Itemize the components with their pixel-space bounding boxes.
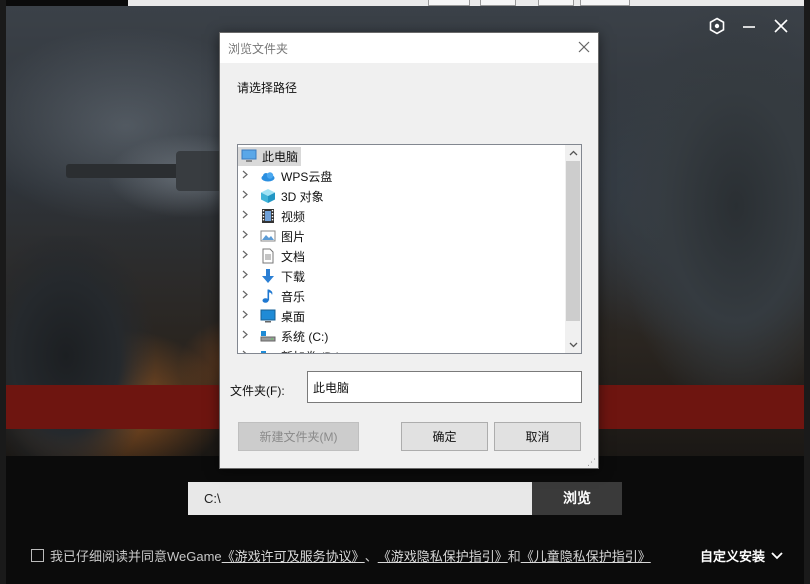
desktop-icon xyxy=(260,308,276,324)
scroll-up-icon[interactable] xyxy=(565,145,581,161)
tree-item-label: 3D 对象 xyxy=(281,189,324,204)
cancel-button[interactable]: 取消 xyxy=(494,422,581,451)
document-icon xyxy=(260,248,276,264)
tree-item[interactable]: 文档 xyxy=(238,246,565,266)
custom-install-label: 自定义安装 xyxy=(700,549,766,564)
close-icon[interactable] xyxy=(771,16,791,36)
computer-icon xyxy=(241,148,257,164)
soldier-right xyxy=(596,6,804,396)
tree-item-label: 桌面 xyxy=(281,309,306,324)
chevron-right-icon[interactable] xyxy=(242,270,252,282)
tree-item-label: 文档 xyxy=(281,249,306,264)
dialog-prompt: 请选择路径 xyxy=(237,81,298,95)
license-link[interactable]: 《游戏许可及服务协议》 xyxy=(222,546,365,565)
agree-and: 和 xyxy=(507,548,521,564)
folder-tree: 此电脑 WPS云盘 3D 对象视频图片文档下载音乐桌面系统 (C:) 新加卷 (D:… xyxy=(237,144,582,354)
tree-item[interactable]: WPS云盘 xyxy=(238,166,565,186)
settings-hex-icon[interactable] xyxy=(707,16,727,36)
chevron-right-icon[interactable] xyxy=(242,190,252,202)
dialog-close-icon[interactable] xyxy=(576,39,592,55)
chevron-down-icon xyxy=(771,551,783,559)
right-edge xyxy=(804,0,810,584)
cube-icon xyxy=(260,188,276,204)
custom-install-button[interactable]: 自定义安装 xyxy=(700,546,783,565)
tree-item-label: 下载 xyxy=(281,269,306,284)
chevron-right-icon[interactable] xyxy=(242,330,252,342)
tree-item-label: 系统 (C:) xyxy=(281,329,329,344)
tree-item[interactable]: 图片 xyxy=(238,226,565,246)
chevron-right-icon[interactable] xyxy=(242,230,252,242)
browse-folder-dialog: 浏览文件夹 请选择路径 此电脑 WPS云盘 3D 对象视频图片文档下载音乐桌面系统… xyxy=(219,32,599,469)
agree-checkbox[interactable] xyxy=(31,548,44,562)
tree-item[interactable]: 新加卷 (D:) xyxy=(238,346,565,354)
tree-item[interactable]: 3D 对象 xyxy=(238,186,565,206)
tree-item[interactable]: 系统 (C:) xyxy=(238,326,565,346)
tree-item-label: 视频 xyxy=(281,209,306,224)
folder-label: 文件夹(F): xyxy=(230,384,285,398)
chevron-right-icon[interactable] xyxy=(242,170,252,182)
tree-item[interactable]: 视频 xyxy=(238,206,565,226)
tree-item[interactable]: 下载 xyxy=(238,266,565,286)
tree-item-label: 此电脑 xyxy=(262,149,299,164)
drive-icon xyxy=(260,348,276,353)
folder-field[interactable] xyxy=(307,371,582,403)
chevron-right-icon[interactable] xyxy=(242,290,252,302)
install-path-input[interactable]: C:\ xyxy=(188,482,532,515)
ok-button[interactable]: 确定 xyxy=(401,422,488,451)
agree-separator: 、 xyxy=(364,548,378,564)
chevron-right-icon[interactable] xyxy=(242,350,252,353)
tree-item-label: 音乐 xyxy=(281,289,306,304)
tree-item-label: 新加卷 (D:) xyxy=(281,348,340,354)
scroll-down-icon[interactable] xyxy=(565,337,581,353)
tree-item-label: 图片 xyxy=(281,229,306,244)
picture-icon xyxy=(260,228,276,244)
dialog-title: 浏览文件夹 xyxy=(228,42,289,56)
minimize-icon[interactable] xyxy=(739,16,759,36)
tree-item[interactable]: 音乐 xyxy=(238,286,565,306)
agree-text: 我已仔细阅读并同意WeGame xyxy=(50,548,222,564)
tree-item-this-pc[interactable]: 此电脑 xyxy=(238,146,565,166)
tree-scrollbar[interactable] xyxy=(565,145,581,353)
chevron-right-icon[interactable] xyxy=(242,210,252,222)
download-arrow-icon xyxy=(260,268,276,284)
resize-grip-icon[interactable]: ⋰ xyxy=(587,457,597,467)
browse-button[interactable]: 浏览 xyxy=(532,482,622,515)
new-folder-button[interactable]: 新建文件夹(M) xyxy=(238,422,359,451)
scroll-thumb[interactable] xyxy=(566,161,580,321)
chevron-right-icon[interactable] xyxy=(242,250,252,262)
music-note-icon xyxy=(260,288,276,304)
drive-icon xyxy=(260,328,276,344)
agreement-row: 我已仔细阅读并同意WeGame 《游戏许可及服务协议》 、 《游戏隐私保护指引》… xyxy=(31,546,651,564)
film-icon xyxy=(260,208,276,224)
dialog-titlebar: 浏览文件夹 xyxy=(220,33,598,63)
child-privacy-link[interactable]: 《儿童隐私保护指引》 xyxy=(521,546,651,565)
chevron-right-icon[interactable] xyxy=(242,310,252,322)
tree-item[interactable]: 桌面 xyxy=(238,306,565,326)
tree-item-label: WPS云盘 xyxy=(281,169,333,184)
cloud-icon xyxy=(260,168,276,184)
privacy-link[interactable]: 《游戏隐私保护指引》 xyxy=(378,546,508,565)
